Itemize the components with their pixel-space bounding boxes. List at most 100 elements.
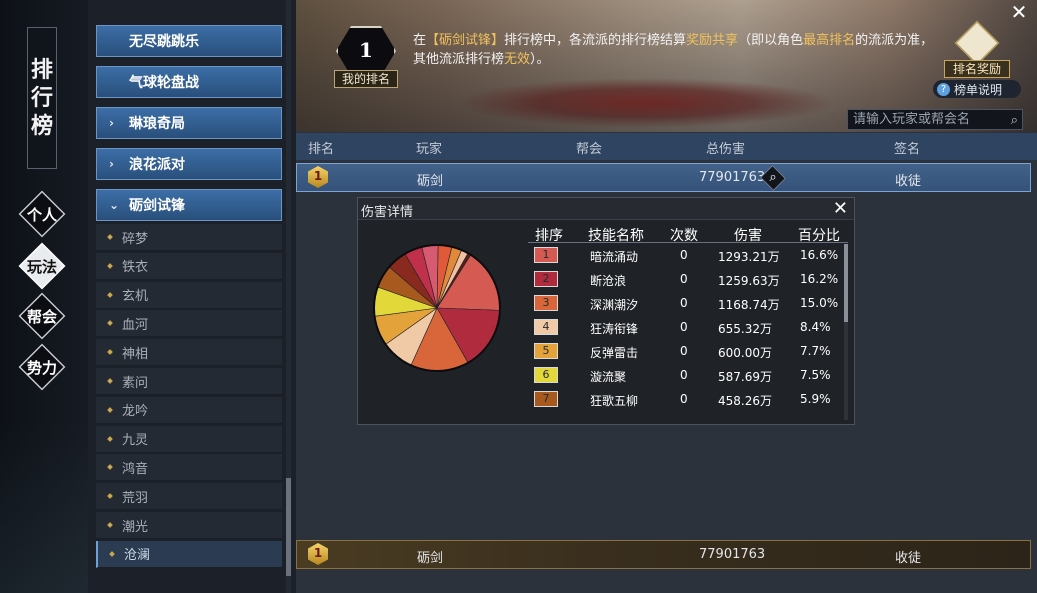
subcategory-item[interactable]: 神相 [96, 339, 282, 367]
skill-name: 反弹雷击 [590, 346, 639, 360]
bullet-icon [107, 378, 113, 384]
bullet-icon [107, 493, 113, 500]
subcategory-item[interactable]: 玄机 [96, 281, 282, 309]
category-balloon-roulette[interactable]: 气球轮盘战 [96, 66, 282, 98]
skill-count: 0 [680, 392, 688, 406]
search-icon[interactable]: ⌕ [1011, 111, 1018, 130]
my-rank-emblem: 1 我的排名 [326, 20, 406, 90]
skill-percent: 16.2% [800, 272, 839, 286]
skill-count: 0 [680, 248, 688, 262]
side-tab-gameplay[interactable]: 玩法 [18, 242, 66, 290]
bullet-icon [107, 349, 113, 356]
header-guild: 帮会 [576, 142, 603, 157]
header-player: 玩家 [416, 142, 443, 157]
rank-reward-label: 排名奖励 [944, 60, 1010, 78]
subcategory-item[interactable]: 龙吟 [96, 396, 282, 424]
side-tab-guild[interactable]: 帮会 [18, 292, 66, 340]
skill-row: 6 漩流聚 0 587.69万 7.5% [528, 364, 848, 388]
skill-rank-swatch: 5 [534, 343, 558, 359]
skill-damage: 600.00万 [718, 346, 772, 360]
banner-description: 在【砺剑试锋】排行榜中，各流派的排行榜结算奖励共享（即以角色最高排名的流派为准，… [413, 31, 943, 69]
desc-highlight: 【砺剑试锋】 [426, 33, 505, 48]
subcategory-label: 神相 [122, 346, 149, 362]
player-name: 砺剑 [417, 174, 444, 189]
damage-detail-popup: 伤害详情 ✕ 排序 技能名称 次数 伤害 百分比 1 暗流涌动 0 1293.21万 1… [357, 197, 855, 425]
desc-highlight: 最高排名 [803, 33, 856, 48]
skill-rank-swatch: 4 [534, 319, 558, 335]
subcategory-label: 玄机 [122, 289, 149, 305]
subcategory-item[interactable]: 潮光 [96, 512, 282, 539]
header-rank: 排名 [308, 142, 335, 157]
category-sword-trial[interactable]: ⌄ 砺剑试锋 [96, 189, 282, 221]
total-damage: 77901763 [699, 547, 766, 562]
magnifier-icon[interactable]: ⌕ [760, 166, 786, 190]
skill-damage: 587.69万 [718, 370, 772, 384]
subcategory-item[interactable]: 素问 [96, 368, 282, 395]
desc-text: ）。 [530, 52, 550, 67]
bullet-icon [107, 464, 113, 471]
subcategory-item[interactable]: 九灵 [96, 425, 282, 453]
skill-count: 0 [680, 272, 688, 286]
subcategory-label: 九灵 [122, 433, 149, 449]
subcategory-label: 鸿音 [122, 461, 149, 477]
category-scroll-thumb[interactable] [286, 478, 291, 576]
player-name: 砺剑 [417, 551, 444, 566]
subcategory-item[interactable]: 铁衣 [96, 252, 282, 280]
skill-name: 狂歌五柳 [590, 394, 639, 408]
my-rank-row[interactable]: 1 砺剑 77901763 收徒 [296, 540, 1031, 569]
skill-name: 狂涛衔锋 [590, 322, 639, 336]
bullet-icon [107, 291, 113, 298]
chevron-down-icon: ⌄ [109, 198, 120, 212]
rank-value: 1 [313, 169, 323, 183]
category-linlang[interactable]: › 琳琅奇局 [96, 107, 282, 139]
close-icon[interactable]: ✕ [1008, 2, 1030, 24]
subcategory-item[interactable]: 血河 [96, 310, 282, 338]
list-guide-label: 榜单说明 [954, 82, 1003, 97]
category-label: 琳琅奇局 [129, 116, 185, 132]
subcategory-item[interactable]: 荒羽 [96, 483, 282, 511]
popup-header: 伤害详情 ✕ [358, 198, 854, 220]
subcategory-label: 血河 [122, 317, 149, 333]
skill-rank-swatch: 1 [534, 247, 558, 263]
skill-damage: 655.32万 [718, 322, 772, 336]
popup-close-icon[interactable]: ✕ [833, 198, 848, 219]
popup-scroll-thumb[interactable] [844, 244, 848, 322]
rank-reward-button[interactable]: 排名奖励 [942, 20, 1012, 80]
category-wave-party[interactable]: › 浪花派对 [96, 148, 282, 180]
skill-name: 深渊潮汐 [590, 298, 639, 312]
bullet-icon [107, 262, 113, 269]
skill-percent: 7.7% [800, 344, 831, 358]
desc-text: 在 [413, 33, 427, 48]
skill-rank-swatch: 2 [534, 271, 558, 287]
category-endless-jump[interactable]: 无尽跳跳乐 [96, 25, 282, 57]
search-input[interactable]: 请输入玩家或帮会名 ⌕ [847, 109, 1023, 130]
category-label: 砺剑试锋 [129, 198, 185, 214]
side-tab-personal[interactable]: 个人 [18, 190, 66, 238]
popup-title: 伤害详情 [361, 205, 414, 220]
damage-pie-chart [373, 244, 501, 372]
table-header: 排名 玩家 帮会 总伤害 签名 [296, 133, 1037, 160]
category-list: 无尽跳跳乐 气球轮盘战 › 琳琅奇局 › 浪花派对 ⌄ 砺剑试锋 碎梦 铁衣玄机血河神相… [88, 0, 296, 593]
chevron-right-icon: › [109, 116, 114, 130]
side-tab-faction[interactable]: 势力 [18, 343, 66, 391]
skill-row: 5 反弹雷击 0 600.00万 7.7% [528, 340, 848, 364]
list-guide-button[interactable]: ? 榜单说明 [933, 80, 1021, 98]
side-tab-label: 玩法 [26, 257, 57, 276]
subcategory-item[interactable]: 沧澜 [96, 540, 282, 568]
skill-count: 0 [680, 320, 688, 334]
my-rank-label: 我的排名 [334, 70, 398, 88]
subcategory-item[interactable]: 碎梦 [96, 224, 282, 251]
skill-row: 1 暗流涌动 0 1293.21万 16.6% [528, 244, 848, 268]
subcategory-label: 素问 [122, 375, 149, 391]
help-icon: ? [937, 82, 950, 96]
skill-percent: 8.4% [800, 320, 831, 334]
category-label: 无尽跳跳乐 [129, 34, 199, 50]
table-row[interactable]: 1 砺剑 77901763 收徒 [296, 163, 1031, 192]
skill-count: 0 [680, 296, 688, 310]
subcategory-item[interactable]: 鸿音 [96, 454, 282, 482]
skill-damage: 458.26万 [718, 394, 772, 408]
rank-value: 1 [313, 546, 323, 560]
bullet-icon [107, 406, 113, 413]
rank-badge-icon: 1 [305, 543, 331, 567]
skill-damage: 1168.74万 [718, 298, 780, 312]
